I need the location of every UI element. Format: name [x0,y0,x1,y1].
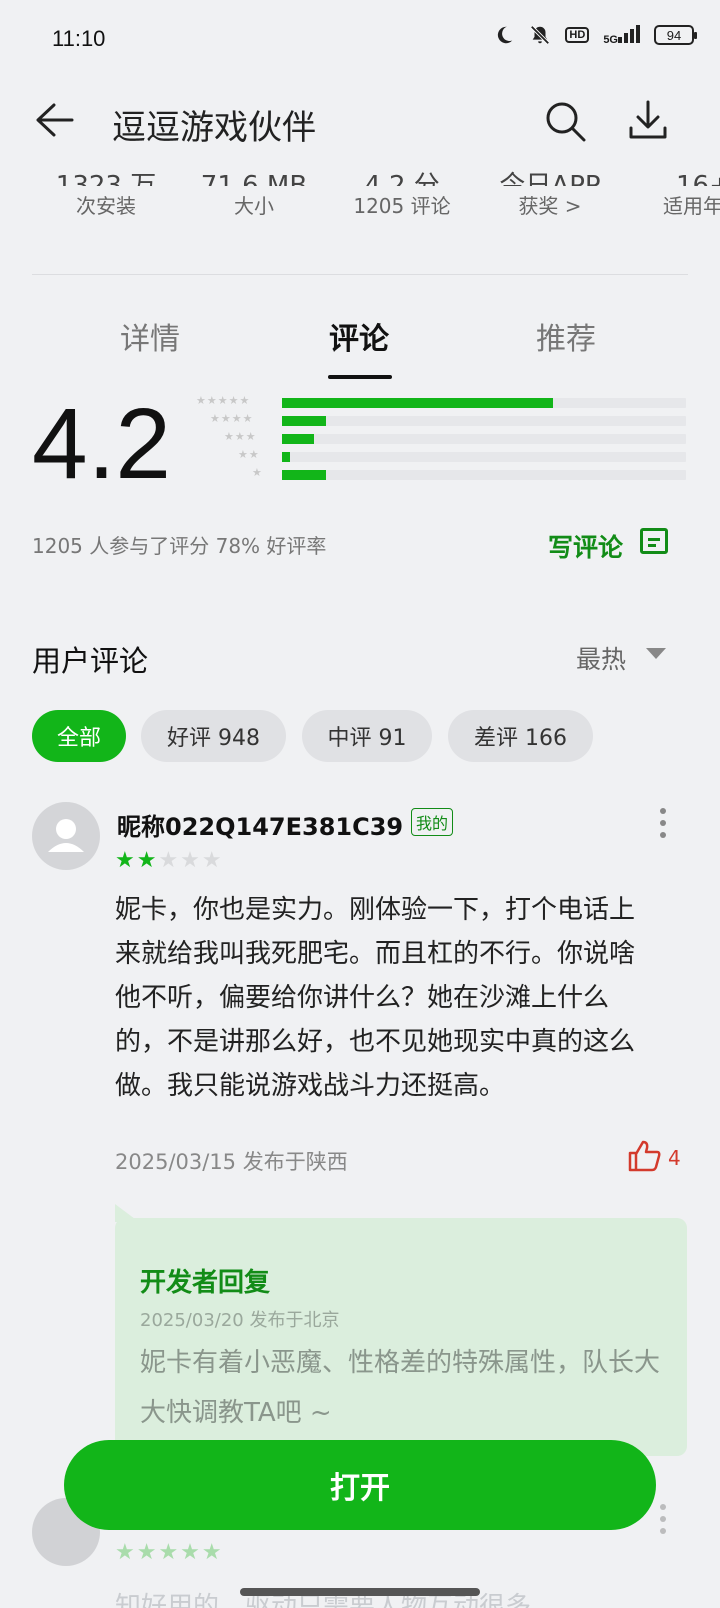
signal-icon: 5G [603,24,640,46]
bar-track [282,398,686,408]
bar-fill [282,452,291,462]
rating-bar-1-star: ★ [196,466,686,482]
stat-label: 1205 评论 [353,194,451,218]
star-icons: ★★ [238,448,260,461]
rating-summary: 1205 人参与了评分 78% 好评率 [32,534,327,558]
reply-title: 开发者回复 [140,1268,271,1298]
sort-dropdown[interactable]: 最热 [576,640,626,676]
rating-score: 4.2 [32,388,172,500]
status-time: 11:10 [52,26,106,51]
more-options-icon[interactable] [660,808,666,844]
stat-value: 71.6 MB [200,171,308,186]
stat-value: 1323 万 [55,171,157,186]
hd-icon: HD [565,27,590,43]
review-stars: ★★★★★ [115,848,224,873]
avatar[interactable] [32,802,100,870]
stat-label: 适用年 [663,194,720,218]
comment-icon[interactable] [640,528,668,554]
reply-date: 2025/03/20 发布于北京 [140,1310,340,1331]
bar-track [282,416,686,426]
stat-award[interactable]: 今日APP 获奖 > [480,158,620,219]
filter-negative[interactable]: 差评 166 [448,710,593,762]
stat-age: 16+ 适用年 [628,158,720,219]
more-options-icon[interactable] [660,1504,666,1540]
stat-value: 16+ [676,171,720,186]
stat-installs: 1323 万 次安装 [36,158,176,219]
bar-track [282,470,686,480]
tab-details[interactable]: 详情 [120,314,180,358]
bar-track [282,434,686,444]
tab-reviews[interactable]: 评论 [329,314,389,358]
review-stars: ★★★★★ [115,1540,224,1565]
stat-value: 今日APP [499,171,601,186]
tab-recommend[interactable]: 推荐 [536,314,596,358]
stat-value: 4.2 分 [364,171,440,186]
review-text: 妮卡，你也是实力。刚体验一下，打个电话上来就给我叫我死肥宅。而且杠的不行。你说啥… [115,895,636,1101]
bar-fill [282,398,553,408]
reply-text: 妮卡有着小恶魔、性格差的特殊属性，队长大大快调教TA吧 ~ [140,1348,661,1428]
bar-fill [282,470,327,480]
stat-size: 71.6 MB 大小 [184,158,324,219]
stat-label: 次安装 [76,194,136,218]
star-icons: ★ [252,466,263,479]
star-icons: ★★★★ [210,412,254,425]
filter-all[interactable]: 全部 [32,710,126,762]
bar-fill [282,434,315,444]
filter-neutral[interactable]: 中评 91 [302,710,432,762]
stat-label: 获奖 > [518,194,582,218]
user-icon [48,819,84,852]
bar-track [282,452,686,462]
status-bar: 11:10 HD 5G 94 [0,0,720,80]
moon-icon [498,26,513,44]
download-icon[interactable] [628,100,668,140]
bar-fill [282,416,327,426]
dropdown-triangle-icon[interactable] [646,648,666,659]
status-icons: HD 5G 94 [493,24,697,46]
reviewer-nickname: 昵称022Q147E381C39 [117,813,404,841]
like-count: 4 [668,1146,681,1170]
stat-label: 大小 [234,194,274,218]
app-stats: 1323 万 次安装 71.6 MB 大小 4.2 分 1205 评论 今日AP… [0,158,720,234]
battery-icon: 94 [654,25,697,45]
stat-rating: 4.2 分 1205 评论 [332,158,472,219]
section-title: 用户评论 [32,644,149,678]
review-meta: 2025/03/15 发布于陕西 [115,1150,348,1174]
network-type: 5G [603,33,618,46]
tab-active-indicator [328,375,392,379]
rating-bar-4-star: ★★★★ [196,412,686,428]
rating-bar-2-star: ★★ [196,448,686,464]
thumbs-up-icon[interactable] [628,1140,662,1172]
star-icons: ★★★ [224,430,257,443]
mute-bell-icon [530,25,550,45]
home-indicator[interactable] [240,1588,480,1596]
filter-positive[interactable]: 好评 948 [141,710,286,762]
open-button[interactable]: 打开 [64,1440,656,1530]
mine-badge: 我的 [411,808,454,836]
write-review-button[interactable]: 写评论 [548,528,623,564]
star-icons: ★★★★★ [196,394,251,407]
divider [32,274,688,275]
rating-bar-5-star: ★★★★★ [196,394,686,410]
battery-level: 94 [666,27,682,43]
rating-bar-3-star: ★★★ [196,430,686,446]
